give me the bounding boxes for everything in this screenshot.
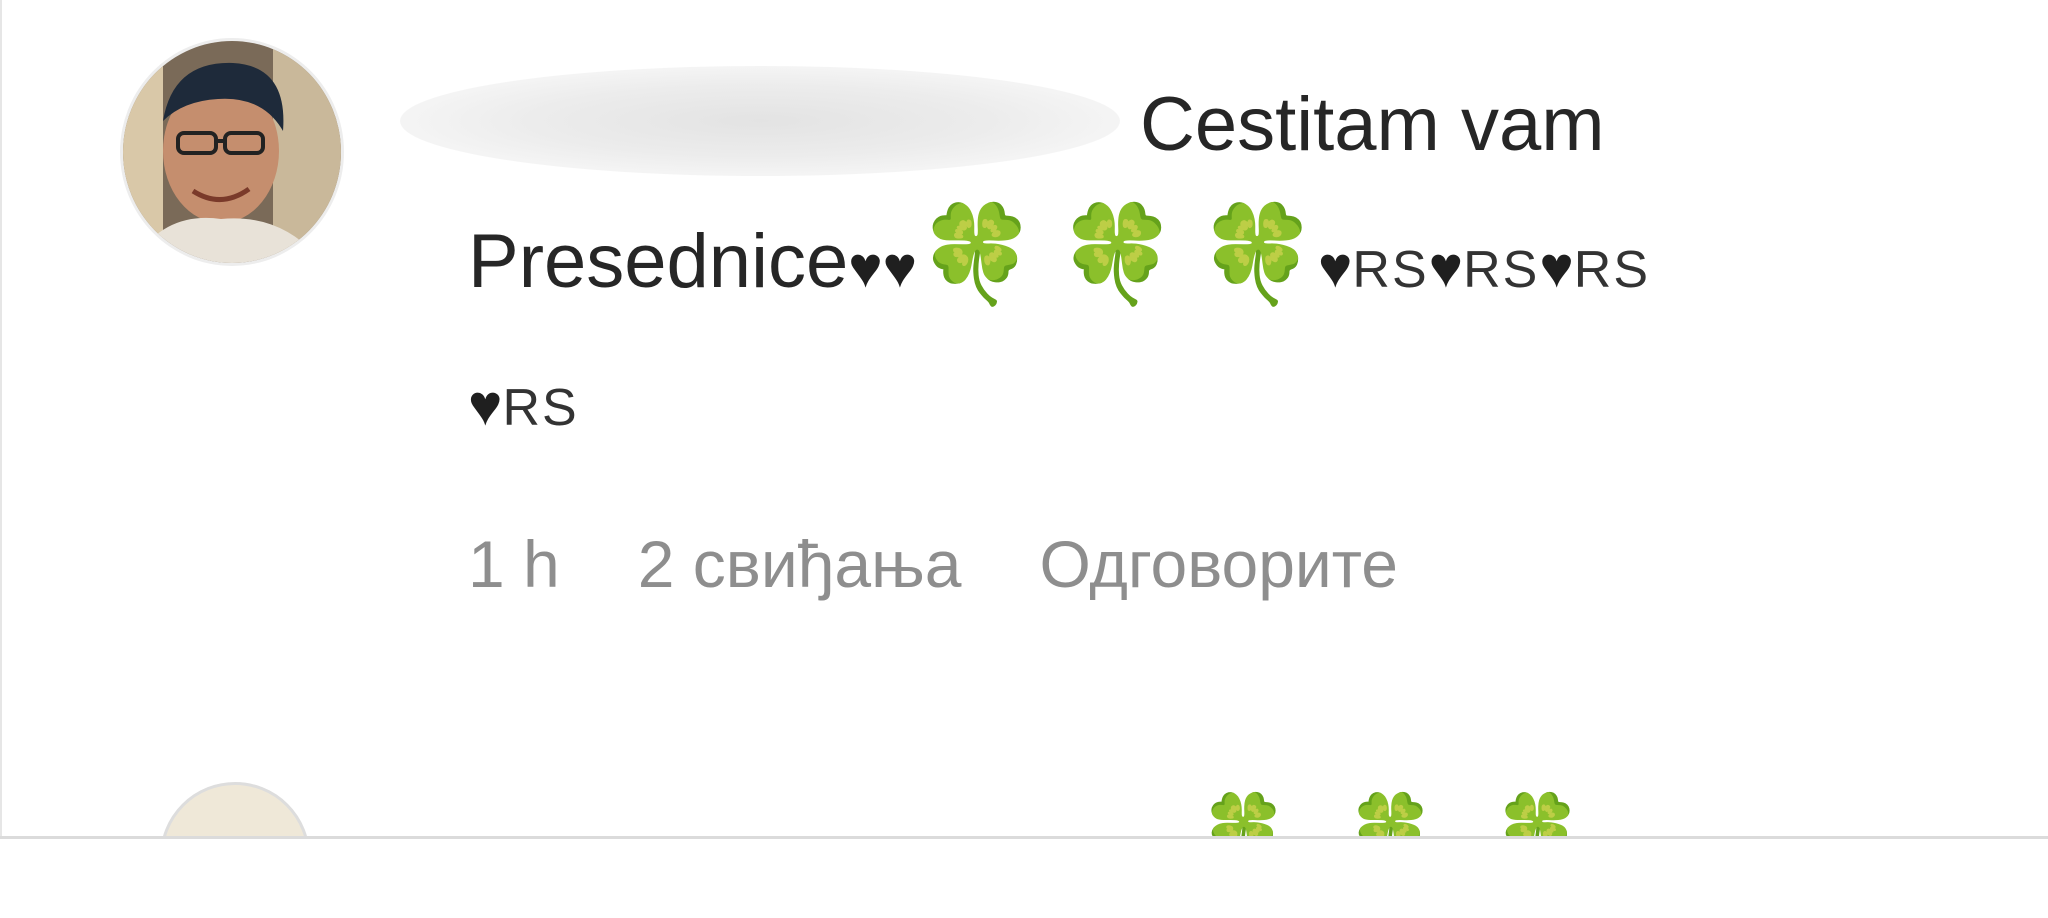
hearts-emoji: ♥♥ [848,235,918,300]
comment-meta: 1 h 2 свиђања Одговорите [468,526,1476,602]
avatar[interactable] [120,38,344,266]
serbia-flag-icon: RS [1352,241,1429,299]
four-leaf-clover-icon: 🍀 [1057,201,1178,308]
comment-text-main: Cestitam vam [1140,82,1605,167]
username-redacted[interactable] [400,66,1120,176]
comment-timestamp[interactable]: 1 h [468,527,560,601]
comments-panel: Cestitam vam Presednice♥♥🍀 🍀 🍀♥RS♥RS♥RS … [0,0,2048,838]
comment-input-bar[interactable] [0,836,2048,918]
serbia-flag-icon: RS [502,379,579,437]
comment-text-line2: Presednice [468,219,849,304]
heart-icon: ♥ [1539,235,1574,300]
four-leaf-clover-icon: 🍀 [1198,201,1318,308]
comment-body: Cestitam vam Presednice♥♥🍀 🍀 🍀♥RS♥RS♥RS … [400,60,2048,473]
four-leaf-clover-icon: 🍀 [917,201,1037,308]
heart-icon: ♥ [468,373,503,438]
likes-count[interactable]: 2 свиђања [638,527,962,601]
heart-icon: ♥ [1428,235,1464,300]
serbia-flag-icon: RS [1573,241,1651,299]
comment-text: Cestitam vam Presednice♥♥🍀 🍀 🍀♥RS♥RS♥RS … [400,60,2048,473]
heart-icon: ♥ [1317,235,1353,300]
serbia-flag-icon: RS [1463,241,1540,299]
avatar[interactable] [160,782,310,838]
next-comment-emojis: 🍀🍀🍀 [1200,791,1642,838]
next-comment-item: 🍀🍀🍀 [160,782,2048,838]
reply-button[interactable]: Одговорите [1039,527,1398,601]
